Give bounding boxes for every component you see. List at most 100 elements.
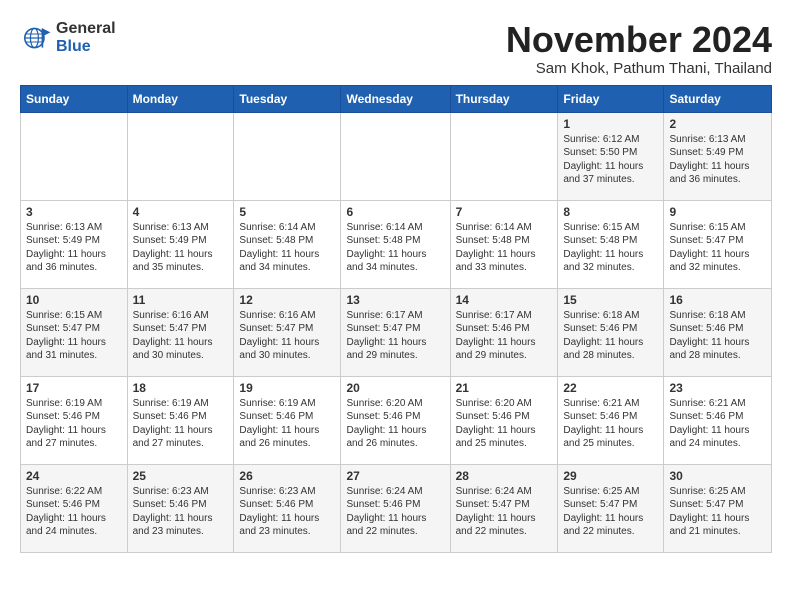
- col-tuesday: Tuesday: [234, 85, 341, 112]
- day-info: Sunrise: 6:15 AM Sunset: 5:48 PM Dayligh…: [563, 221, 658, 275]
- calendar-body: 1Sunrise: 6:12 AM Sunset: 5:50 PM Daylig…: [21, 112, 772, 552]
- day-info: Sunrise: 6:19 AM Sunset: 5:46 PM Dayligh…: [26, 397, 122, 451]
- calendar-cell: 30 Sunrise: 6:25 AM Sunset: 5:47 PM Dayli…: [664, 464, 772, 552]
- calendar-cell: [21, 112, 128, 200]
- calendar-cell: 21 Sunrise: 6:20 AM Sunset: 5:46 PM Dayli…: [450, 376, 558, 464]
- calendar-cell: 12 Sunrise: 6:16 AM Sunset: 5:47 PM Dayli…: [234, 288, 341, 376]
- day-number: 4: [133, 205, 229, 219]
- day-info: Sunrise: 6:13 AM Sunset: 5:49 PM Dayligh…: [26, 221, 122, 275]
- calendar-cell: 22Sunrise: 6:21 AM Sunset: 5:46 PM Dayli…: [558, 376, 664, 464]
- day-number: 12: [239, 293, 335, 307]
- day-number: 11: [133, 293, 229, 307]
- day-number: 21: [456, 381, 553, 395]
- day-number: 26: [239, 469, 335, 483]
- day-number: 14: [456, 293, 553, 307]
- day-info: Sunrise: 6:24 AM Sunset: 5:47 PM Dayligh…: [456, 485, 553, 539]
- col-friday: Friday: [558, 85, 664, 112]
- logo-blue-text: Blue: [56, 38, 116, 56]
- day-number: 16: [669, 293, 766, 307]
- day-info: Sunrise: 6:14 AM Sunset: 5:48 PM Dayligh…: [346, 221, 444, 275]
- day-info: Sunrise: 6:12 AM Sunset: 5:50 PM Dayligh…: [563, 133, 658, 187]
- day-number: 19: [239, 381, 335, 395]
- day-number: 20: [346, 381, 444, 395]
- col-monday: Monday: [127, 85, 234, 112]
- day-number: 13: [346, 293, 444, 307]
- calendar-cell: 28 Sunrise: 6:24 AM Sunset: 5:47 PM Dayli…: [450, 464, 558, 552]
- day-info: Sunrise: 6:13 AM Sunset: 5:49 PM Dayligh…: [669, 133, 766, 187]
- calendar-cell: [234, 112, 341, 200]
- calendar-cell: [127, 112, 234, 200]
- day-info: Sunrise: 6:17 AM Sunset: 5:47 PM Dayligh…: [346, 309, 444, 363]
- calendar-cell: 1Sunrise: 6:12 AM Sunset: 5:50 PM Daylig…: [558, 112, 664, 200]
- day-info: Sunrise: 6:18 AM Sunset: 5:46 PM Dayligh…: [669, 309, 766, 363]
- day-number: 27: [346, 469, 444, 483]
- day-number: 7: [456, 205, 553, 219]
- day-number: 2: [669, 117, 766, 131]
- day-info: Sunrise: 6:21 AM Sunset: 5:46 PM Dayligh…: [669, 397, 766, 451]
- month-title: November 2024: [506, 20, 772, 60]
- logo-general-text: General: [56, 20, 116, 38]
- calendar-header: Sunday Monday Tuesday Wednesday Thursday…: [21, 85, 772, 112]
- calendar-cell: 20Sunrise: 6:20 AM Sunset: 5:46 PM Dayli…: [341, 376, 450, 464]
- day-info: Sunrise: 6:19 AM Sunset: 5:46 PM Dayligh…: [239, 397, 335, 451]
- day-info: Sunrise: 6:25 AM Sunset: 5:47 PM Dayligh…: [669, 485, 766, 539]
- col-wednesday: Wednesday: [341, 85, 450, 112]
- day-number: 22: [563, 381, 658, 395]
- day-number: 23: [669, 381, 766, 395]
- day-number: 5: [239, 205, 335, 219]
- logo-icon: [20, 22, 52, 54]
- day-number: 17: [26, 381, 122, 395]
- calendar-cell: 5 Sunrise: 6:14 AM Sunset: 5:48 PM Daylig…: [234, 200, 341, 288]
- col-thursday: Thursday: [450, 85, 558, 112]
- day-info: Sunrise: 6:15 AM Sunset: 5:47 PM Dayligh…: [669, 221, 766, 275]
- day-info: Sunrise: 6:15 AM Sunset: 5:47 PM Dayligh…: [26, 309, 122, 363]
- calendar-table: Sunday Monday Tuesday Wednesday Thursday…: [20, 85, 772, 553]
- day-number: 10: [26, 293, 122, 307]
- calendar-cell: 4 Sunrise: 6:13 AM Sunset: 5:49 PM Daylig…: [127, 200, 234, 288]
- page: General Blue November 2024 Sam Khok, Pat…: [0, 0, 792, 563]
- day-info: Sunrise: 6:17 AM Sunset: 5:46 PM Dayligh…: [456, 309, 553, 363]
- calendar-cell: 19 Sunrise: 6:19 AM Sunset: 5:46 PM Dayli…: [234, 376, 341, 464]
- calendar-cell: [450, 112, 558, 200]
- calendar-week-4: 24Sunrise: 6:22 AM Sunset: 5:46 PM Dayli…: [21, 464, 772, 552]
- day-info: Sunrise: 6:24 AM Sunset: 5:46 PM Dayligh…: [346, 485, 444, 539]
- day-info: Sunrise: 6:20 AM Sunset: 5:46 PM Dayligh…: [456, 397, 553, 451]
- col-saturday: Saturday: [664, 85, 772, 112]
- day-info: Sunrise: 6:25 AM Sunset: 5:47 PM Dayligh…: [563, 485, 658, 539]
- calendar-cell: 17 Sunrise: 6:19 AM Sunset: 5:46 PM Dayli…: [21, 376, 128, 464]
- calendar-week-0: 1Sunrise: 6:12 AM Sunset: 5:50 PM Daylig…: [21, 112, 772, 200]
- day-number: 15: [563, 293, 658, 307]
- location-subtitle: Sam Khok, Pathum Thani, Thailand: [506, 60, 772, 77]
- day-info: Sunrise: 6:13 AM Sunset: 5:49 PM Dayligh…: [133, 221, 229, 275]
- day-number: 6: [346, 205, 444, 219]
- calendar-cell: 11 Sunrise: 6:16 AM Sunset: 5:47 PM Dayli…: [127, 288, 234, 376]
- calendar-cell: 27 Sunrise: 6:24 AM Sunset: 5:46 PM Dayli…: [341, 464, 450, 552]
- day-info: Sunrise: 6:16 AM Sunset: 5:47 PM Dayligh…: [239, 309, 335, 363]
- calendar-cell: 24Sunrise: 6:22 AM Sunset: 5:46 PM Dayli…: [21, 464, 128, 552]
- day-info: Sunrise: 6:14 AM Sunset: 5:48 PM Dayligh…: [239, 221, 335, 275]
- day-info: Sunrise: 6:18 AM Sunset: 5:46 PM Dayligh…: [563, 309, 658, 363]
- day-number: 25: [133, 469, 229, 483]
- day-number: 3: [26, 205, 122, 219]
- calendar-cell: 18 Sunrise: 6:19 AM Sunset: 5:46 PM Dayli…: [127, 376, 234, 464]
- day-info: Sunrise: 6:19 AM Sunset: 5:46 PM Dayligh…: [133, 397, 229, 451]
- calendar-cell: 10 Sunrise: 6:15 AM Sunset: 5:47 PM Dayli…: [21, 288, 128, 376]
- calendar-cell: 3 Sunrise: 6:13 AM Sunset: 5:49 PM Daylig…: [21, 200, 128, 288]
- day-number: 30: [669, 469, 766, 483]
- day-info: Sunrise: 6:23 AM Sunset: 5:46 PM Dayligh…: [239, 485, 335, 539]
- day-info: Sunrise: 6:14 AM Sunset: 5:48 PM Dayligh…: [456, 221, 553, 275]
- calendar-cell: 9Sunrise: 6:15 AM Sunset: 5:47 PM Daylig…: [664, 200, 772, 288]
- calendar-cell: 2 Sunrise: 6:13 AM Sunset: 5:49 PM Daylig…: [664, 112, 772, 200]
- day-number: 8: [563, 205, 658, 219]
- day-info: Sunrise: 6:22 AM Sunset: 5:46 PM Dayligh…: [26, 485, 122, 539]
- calendar-cell: 8 Sunrise: 6:15 AM Sunset: 5:48 PM Daylig…: [558, 200, 664, 288]
- title-block: November 2024 Sam Khok, Pathum Thani, Th…: [506, 20, 772, 77]
- calendar-week-2: 10 Sunrise: 6:15 AM Sunset: 5:47 PM Dayli…: [21, 288, 772, 376]
- calendar-week-3: 17 Sunrise: 6:19 AM Sunset: 5:46 PM Dayli…: [21, 376, 772, 464]
- calendar-cell: 13 Sunrise: 6:17 AM Sunset: 5:47 PM Dayli…: [341, 288, 450, 376]
- day-number: 18: [133, 381, 229, 395]
- day-info: Sunrise: 6:16 AM Sunset: 5:47 PM Dayligh…: [133, 309, 229, 363]
- col-sunday: Sunday: [21, 85, 128, 112]
- calendar-cell: [341, 112, 450, 200]
- day-number: 28: [456, 469, 553, 483]
